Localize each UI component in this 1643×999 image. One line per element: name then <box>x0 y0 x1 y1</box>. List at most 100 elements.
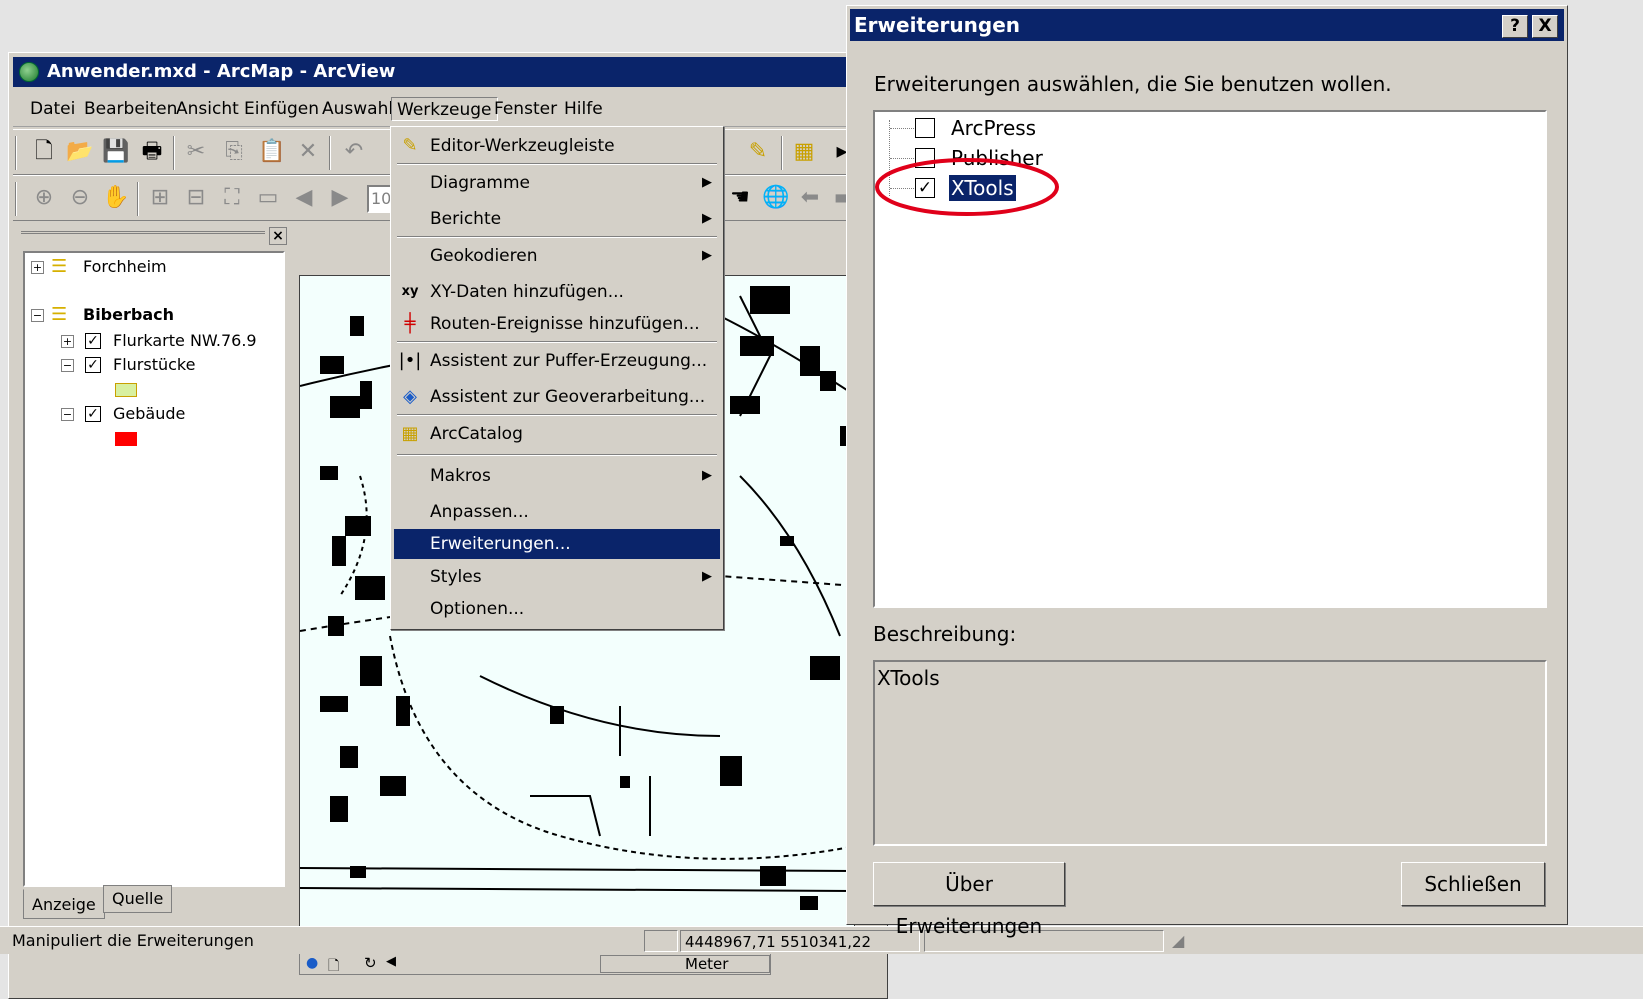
collapse-icon[interactable]: − <box>61 408 74 421</box>
highlight-ellipse <box>875 158 1059 216</box>
open-folder-icon[interactable]: 📂 <box>65 137 95 167</box>
expand-icon[interactable]: + <box>31 261 44 274</box>
menu-item-arccatalog[interactable]: ▦ ArcCatalog <box>394 419 720 449</box>
layers-icon: ☰ <box>51 304 68 325</box>
paste-icon[interactable]: 📋 <box>257 137 287 167</box>
menu-item-label: Routen-Ereignisse hinzufügen... <box>430 314 700 334</box>
xy-icon: xy <box>401 284 419 299</box>
extensions-list: ArcPress Publisher ✓ XTools <box>873 110 1547 608</box>
menu-einfuegen[interactable]: Einfügen <box>239 97 324 121</box>
new-document-icon[interactable]: 🗋 <box>29 137 59 167</box>
full-extent-globe-icon[interactable]: 🌐 <box>761 183 791 213</box>
layer-flurkarte[interactable]: Flurkarte NW.76.9 <box>113 330 257 352</box>
checkbox-arcpress[interactable] <box>915 118 935 138</box>
menu-item-geokodieren[interactable]: Geokodieren ▶ <box>394 241 720 271</box>
menu-item-styles[interactable]: Styles ▶ <box>394 562 720 592</box>
toolbar-separator <box>781 136 783 170</box>
help-button[interactable]: ? <box>1502 15 1528 38</box>
undo-icon[interactable]: ↶ <box>339 137 369 167</box>
dataframe-forchheim[interactable]: Forchheim <box>83 256 167 278</box>
menu-item-label: Berichte <box>430 209 502 229</box>
description-box: XTools <box>873 660 1547 846</box>
back-extent-icon[interactable]: ◀ <box>289 183 319 213</box>
about-extensions-button[interactable]: Über Erweiterungen <box>873 862 1065 938</box>
layer-visibility-checkbox[interactable]: ✓ <box>85 333 101 349</box>
layout-view-icon[interactable]: 🗋 <box>328 955 339 979</box>
menu-separator <box>397 454 717 456</box>
menu-fenster[interactable]: Fenster <box>489 97 562 121</box>
zoom-out-icon[interactable]: ⊖ <box>65 183 95 213</box>
toc-grip <box>21 231 265 239</box>
previous-extent-icon[interactable]: ⬅ <box>795 183 825 213</box>
menu-bearbeiten[interactable]: Bearbeiten <box>79 97 182 121</box>
layer-gebaeude[interactable]: Gebäude <box>113 403 185 425</box>
menu-item-optionen[interactable]: Optionen... <box>394 594 720 624</box>
collapse-icon[interactable]: − <box>31 309 44 322</box>
layer-visibility-checkbox[interactable]: ✓ <box>85 357 101 373</box>
refresh-icon[interactable]: ↻ <box>364 954 377 972</box>
menu-item-berichte[interactable]: Berichte ▶ <box>394 204 720 234</box>
tab-anzeige[interactable]: Anzeige <box>23 889 105 919</box>
menu-item-xy-daten[interactable]: xy XY-Daten hinzufügen... <box>394 277 720 307</box>
close-button[interactable]: Schließen <box>1401 862 1545 906</box>
editor-toolbar-icon[interactable]: ✎ <box>743 137 773 167</box>
erweiterungen-dialog: Erweiterungen ? X Erweiterungen auswähle… <box>846 5 1568 938</box>
menu-werkzeuge[interactable]: Werkzeuge <box>391 97 498 121</box>
toc-layer-tree: + ☰ Forchheim − ☰ Biberbach + ✓ Flurkart… <box>23 251 285 887</box>
zoom-full-icon[interactable]: ⛶ <box>217 183 247 213</box>
menu-separator <box>397 414 717 416</box>
scroll-left-icon[interactable]: ◀ <box>386 954 396 969</box>
extension-arcpress[interactable]: ArcPress <box>951 115 1036 141</box>
arcmap-title: Anwender.mxd - ArcMap - ArcView <box>47 61 396 82</box>
pan-hand-icon[interactable]: ☚ <box>725 183 755 213</box>
flurstuecke-symbol[interactable] <box>115 383 137 397</box>
menu-hilfe[interactable]: Hilfe <box>559 97 608 121</box>
layer-flurstuecke[interactable]: Flurstücke <box>113 354 195 376</box>
collapse-icon[interactable]: − <box>61 359 74 372</box>
expand-icon[interactable]: + <box>61 335 74 348</box>
toolbar-grip <box>15 182 17 216</box>
menu-item-editor-werkzeugleiste[interactable]: ✎ Editor-Werkzeugleiste <box>394 131 720 161</box>
menu-datei[interactable]: Datei <box>25 97 80 121</box>
delete-icon[interactable]: ✕ <box>293 137 323 167</box>
copy-icon[interactable]: ⎘ <box>219 137 249 167</box>
description-label: Beschreibung: <box>873 622 1017 646</box>
geoprocessing-icon: ◈ <box>403 386 417 407</box>
zoom-100-icon[interactable]: ▭ <box>253 183 283 213</box>
arccatalog-toolbar-icon[interactable]: ▦ <box>789 137 819 167</box>
menu-item-erweiterungen[interactable]: Erweiterungen... <box>394 529 720 559</box>
menu-item-label: Erweiterungen... <box>430 534 571 554</box>
fixed-zoom-out-icon[interactable]: ⊟ <box>181 183 211 213</box>
dataframe-biberbach[interactable]: Biberbach <box>83 304 174 326</box>
werkzeuge-menu: ✎ Editor-Werkzeugleiste Diagramme ▶ Berich… <box>390 126 724 630</box>
editor-pencil-icon: ✎ <box>402 135 418 156</box>
resize-grip-icon[interactable]: ◢ <box>1172 931 1184 950</box>
toc-close-icon[interactable]: × <box>269 227 287 245</box>
forward-extent-icon[interactable]: ▶ <box>325 183 355 213</box>
data-view-icon[interactable]: ● <box>306 955 318 971</box>
menu-item-geoverarbeitung-assistent[interactable]: ◈ Assistent zur Geoverarbeitung... <box>394 382 720 412</box>
dialog-titlebar[interactable]: Erweiterungen ? X <box>850 9 1564 41</box>
menu-item-routen-ereignisse[interactable]: ╪ Routen-Ereignisse hinzufügen... <box>394 309 720 339</box>
layer-visibility-checkbox[interactable]: ✓ <box>85 406 101 422</box>
menu-item-label: Diagramme <box>430 173 531 193</box>
arcmap-titlebar[interactable]: Anwender.mxd - ArcMap - ArcView <box>13 57 889 87</box>
menu-item-anpassen[interactable]: Anpassen... <box>394 497 720 527</box>
zoom-in-icon[interactable]: ⊕ <box>29 183 59 213</box>
fixed-zoom-in-icon[interactable]: ⊞ <box>145 183 175 213</box>
menu-item-label: Geokodieren <box>430 246 538 266</box>
save-icon[interactable]: 💾 <box>101 137 131 167</box>
tab-quelle[interactable]: Quelle <box>103 885 173 913</box>
arcmap-globe-icon <box>19 62 39 82</box>
menu-item-puffer-assistent[interactable]: |•| Assistent zur Puffer-Erzeugung... <box>394 346 720 376</box>
pan-tool-icon[interactable]: ✋ <box>101 183 131 213</box>
cut-icon[interactable]: ✂ <box>181 137 211 167</box>
gebaeude-symbol[interactable] <box>115 432 137 446</box>
dialog-close-button[interactable]: X <box>1532 15 1558 38</box>
menu-item-diagramme[interactable]: Diagramme ▶ <box>394 168 720 198</box>
menu-ansicht[interactable]: Ansicht <box>171 97 244 121</box>
menu-auswahl[interactable]: Auswahl <box>317 97 398 121</box>
table-of-contents: × + ☰ Forchheim − ☰ Biberbach + ✓ Flurka… <box>13 223 291 923</box>
menu-item-makros[interactable]: Makros ▶ <box>394 461 720 491</box>
print-icon[interactable]: 🖶 <box>137 137 167 167</box>
